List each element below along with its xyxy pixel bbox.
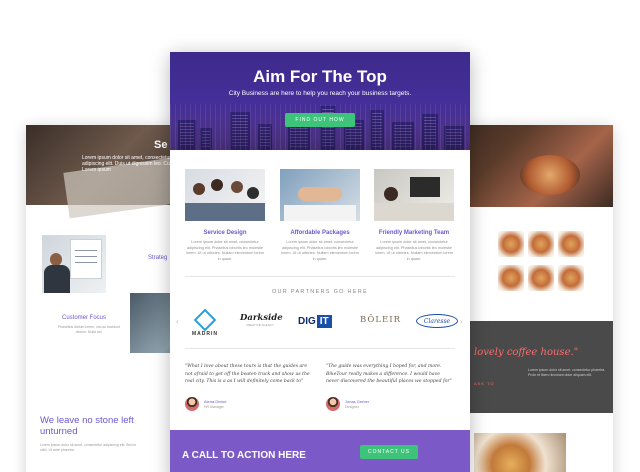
darkside-wordmark: Darkside — [240, 313, 283, 323]
strategy-label: Strateg — [148, 255, 168, 261]
city-skyline — [170, 104, 470, 150]
it-wordmark: IT — [316, 314, 332, 328]
partner-logo-madrin[interactable]: MADRIN — [188, 308, 222, 337]
main-template-preview: Aim For The Top City Business are here t… — [170, 52, 470, 472]
whiteboard — [70, 239, 102, 279]
desk-team-photo — [374, 169, 454, 221]
feature-text: Lorem ipsum dolor sit amet, consectetur … — [186, 240, 264, 261]
partners-heading: OUR PARTNERS GO HERE — [271, 289, 369, 295]
author-role: Designer — [345, 405, 360, 409]
pizza-photo — [474, 433, 566, 472]
food-photo[interactable] — [498, 231, 524, 257]
darkside-tagline: CREATIVE AGENCY — [245, 323, 275, 327]
food-photo[interactable] — [558, 231, 584, 257]
template-showcase: Se Lorem ipsum dolor sit amet, consectet… — [0, 0, 640, 472]
desk — [374, 203, 454, 221]
stone-text: Lorem ipsum dolor sit amet, consectetur … — [40, 443, 137, 452]
man-body — [44, 265, 70, 293]
person — [384, 187, 398, 201]
monitor — [410, 177, 440, 197]
table — [185, 203, 265, 221]
author-name: Alena Divine — [204, 399, 227, 404]
feature-title: Service Design — [203, 230, 247, 236]
feature-title: Affordable Packages — [290, 230, 350, 236]
feature-service-design: Service Design Lorem ipsum dolor sit ame… — [185, 169, 265, 262]
madrin-mark-icon — [193, 308, 217, 332]
section-divider — [185, 348, 455, 349]
testimonial-author: Alena Divine HR Manager — [185, 395, 311, 413]
partner-logo-boleir[interactable]: BÔLEIR — [360, 315, 401, 341]
left-hero-link[interactable]: Lorem ipsum — [82, 167, 111, 173]
testimonial-card: "What I love about these tours is that t… — [185, 363, 311, 411]
testimonial-author: Jonas Gerber Designer — [326, 395, 452, 413]
customer-focus-title: Customer Focus — [62, 315, 107, 321]
madrin-wordmark: MADRIN — [192, 331, 218, 337]
section-divider — [185, 276, 455, 277]
handshake — [298, 187, 342, 201]
author-name: Jonas Gerber — [345, 399, 370, 404]
food-photo[interactable] — [498, 265, 524, 291]
person — [231, 181, 243, 193]
find-out-how-button[interactable]: FIND OUT HOW — [285, 113, 355, 127]
testimonial-card: "The guide was everything I hoped for, a… — [326, 363, 452, 411]
testimonial-quote: "The guide was everything I hoped for, a… — [326, 364, 452, 384]
contact-us-button[interactable]: CONTACT US — [360, 445, 418, 459]
cta-title: A CALL TO ACTION HERE — [182, 450, 306, 461]
hero-subtitle: City Business are here to help you reach… — [228, 90, 412, 97]
food-photo[interactable] — [528, 265, 554, 291]
author-role: HR Manager — [204, 405, 224, 409]
feature-friendly-marketing-team: Friendly Marketing Team Lorem ipsum dolo… — [374, 169, 454, 262]
dig-wordmark: DIG — [298, 315, 316, 327]
person — [247, 187, 259, 199]
feature-affordable-packages: Affordable Packages Lorem ipsum dolor si… — [280, 169, 360, 262]
food-photo[interactable] — [558, 265, 584, 291]
hero-title: Aim For The Top — [253, 67, 387, 86]
avatar — [326, 397, 340, 411]
feature-text: Lorem ipsum dolor sit amet, consectetur … — [281, 240, 359, 261]
person — [211, 179, 223, 191]
partner-logo-laresse[interactable]: Claresse — [416, 314, 458, 328]
carousel-next-icon[interactable]: › — [460, 317, 463, 326]
coffee-link[interactable]: ASK TO — [474, 381, 495, 386]
partner-logo-digit[interactable]: DIG IT — [298, 313, 332, 329]
hero-section: Aim For The Top City Business are here t… — [170, 52, 470, 150]
avatar — [185, 397, 199, 411]
stone-heading: We leave no stone left unturned — [40, 415, 134, 437]
partner-logo-darkside[interactable]: Darkside CREATIVE AGENCY — [240, 313, 283, 339]
food-bowl — [520, 155, 580, 195]
person — [193, 183, 205, 195]
handshake-photo — [280, 169, 360, 221]
team-meeting-photo — [185, 169, 265, 221]
whiteboard-photo — [42, 235, 106, 293]
customer-focus-text: Phasellus dictum lorem, nisi ac tincidun… — [57, 325, 121, 334]
desk-papers — [284, 205, 356, 221]
food-photo[interactable] — [528, 231, 554, 257]
left-hero-body: Lorem ipsum dolor sit amet, consectetur … — [82, 155, 184, 167]
coffee-heading: lovely coffee house." — [474, 347, 579, 358]
carousel-prev-icon[interactable]: ‹ — [176, 317, 179, 326]
coffee-text: Lorem ipsum dolor sit amet, consectetur … — [528, 368, 606, 377]
call-to-action-section: A CALL TO ACTION HERE CONTACT US — [170, 430, 470, 472]
feature-text: Lorem ipsum dolor sit amet, consectetur … — [375, 240, 453, 261]
feature-title: Friendly Marketing Team — [378, 230, 450, 236]
testimonial-quote: "What I love about these tours is that t… — [185, 364, 310, 384]
left-hero-title: Se — [154, 139, 168, 151]
